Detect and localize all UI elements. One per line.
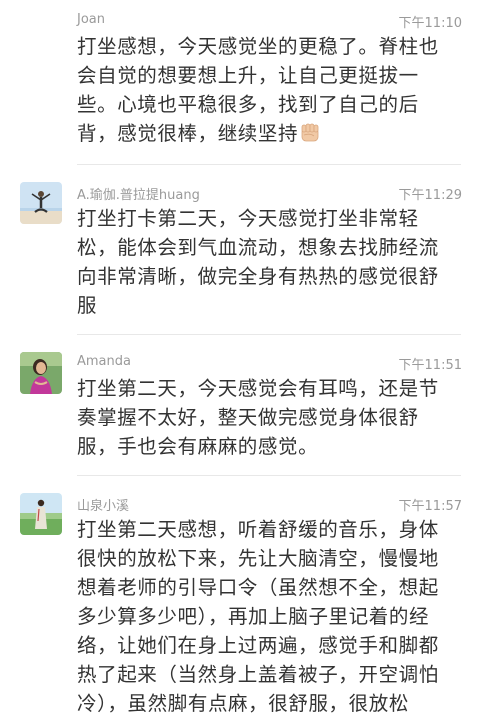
fist-emoji-icon xyxy=(301,123,319,142)
avatar[interactable] xyxy=(20,182,62,224)
comment-text: 打坐打卡第二天，今天感觉打坐非常轻松，能体会到气血流动，想象去找肺经流向非常清晰… xyxy=(77,207,439,317)
comment-time: 下午11:10 xyxy=(398,16,462,31)
comment-text-body: 打坐感想，今天感觉坐的更稳了。脊柱也会自觉的想要想上升，让自己更挺拔一些。心境也… xyxy=(77,35,439,145)
comment-time: 下午11:29 xyxy=(398,188,462,203)
comment-time: 下午11:51 xyxy=(398,358,462,373)
comment-feed: Joan 下午11:10 打坐感想，今天感觉坐的更稳了。脊柱也会自觉的想要想上升… xyxy=(0,0,483,726)
commenter-name[interactable]: 山泉小溪 xyxy=(77,495,129,514)
commenter-name[interactable]: A.瑜伽.普拉提huang xyxy=(77,184,200,203)
divider xyxy=(77,164,461,165)
avatar[interactable] xyxy=(20,352,62,394)
avatar[interactable] xyxy=(20,493,62,535)
divider xyxy=(77,475,461,476)
commenter-name[interactable]: Joan xyxy=(77,12,105,27)
comment-text: 打坐感想，今天感觉坐的更稳了。脊柱也会自觉的想要想上升，让自己更挺拔一些。心境也… xyxy=(77,32,455,148)
commenter-name[interactable]: Amanda xyxy=(77,354,131,369)
comment-text: 打坐第二天，今天感觉会有耳鸣，还是节奏掌握不太好，整天做完感觉身体很舒服，手也会… xyxy=(77,377,439,458)
comment-text: 打坐第二天感想，听着舒缓的音乐，身体很快的放松下来，先让大脑清空，慢慢地想着老师… xyxy=(77,518,439,715)
divider xyxy=(77,334,461,335)
comment-time: 下午11:57 xyxy=(398,499,462,514)
